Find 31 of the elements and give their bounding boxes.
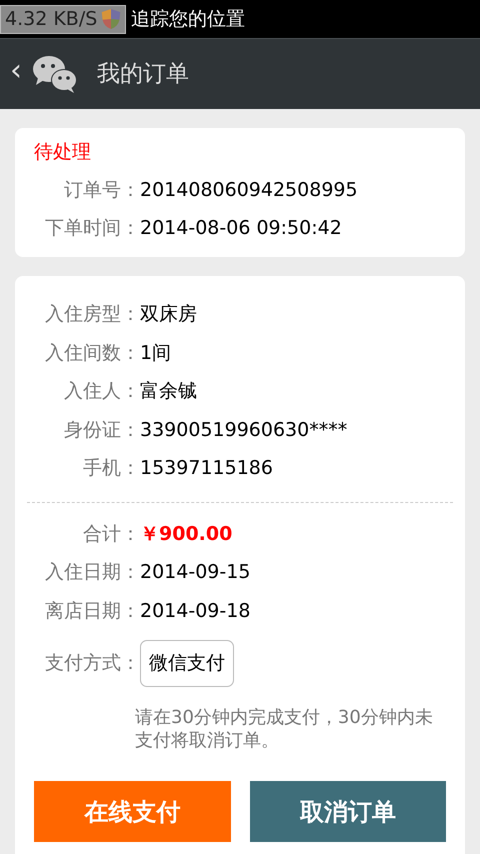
field-label: 合计： bbox=[82, 522, 140, 547]
cancel-order-button[interactable]: 取消订单 bbox=[250, 781, 446, 842]
shield-icon bbox=[101, 8, 122, 30]
field-label: 离店日期： bbox=[44, 598, 140, 624]
field-label: 下单时间： bbox=[44, 216, 140, 242]
field-value: 2014-08-06 09:50:42 bbox=[140, 216, 342, 242]
notification-text: 追踪您的位置 bbox=[131, 6, 246, 32]
field-value: 双床房 bbox=[140, 302, 197, 328]
field-value: 2014-09-15 bbox=[140, 560, 250, 586]
field-label: 手机： bbox=[82, 456, 140, 482]
field-label: 身份证： bbox=[63, 418, 140, 443]
page-title: 我的订单 bbox=[97, 60, 189, 89]
field-value: 33900519960630**** bbox=[140, 418, 348, 443]
field-value: 1间 bbox=[140, 340, 172, 366]
chat-bubbles-icon bbox=[32, 54, 78, 94]
total-price: ￥900.00 bbox=[140, 522, 232, 547]
field-value: 2014-09-18 bbox=[140, 598, 250, 624]
back-button[interactable]: ‹ bbox=[0, 56, 32, 92]
field-label: 入住房型： bbox=[44, 302, 140, 328]
network-speed: 4.32 KB/S bbox=[5, 6, 98, 32]
field-value: 15397115186 bbox=[140, 456, 273, 482]
field-label: 入住人： bbox=[63, 379, 140, 404]
field-label: 入住间数： bbox=[44, 340, 140, 366]
field-label: 入住日期： bbox=[44, 560, 140, 586]
field-label: 支付方式： bbox=[44, 651, 140, 676]
payment-option-button[interactable]: 微信支付 bbox=[140, 640, 234, 687]
payment-notice: 请在30分钟内完成支付，30分钟内未支付将取消订单。 bbox=[135, 706, 434, 753]
field-value: 201408060942508995 bbox=[140, 178, 358, 203]
order-status: 待处理 bbox=[34, 140, 92, 164]
field-label: 订单号： bbox=[63, 178, 140, 203]
field-value: 富余铖 bbox=[140, 379, 197, 404]
